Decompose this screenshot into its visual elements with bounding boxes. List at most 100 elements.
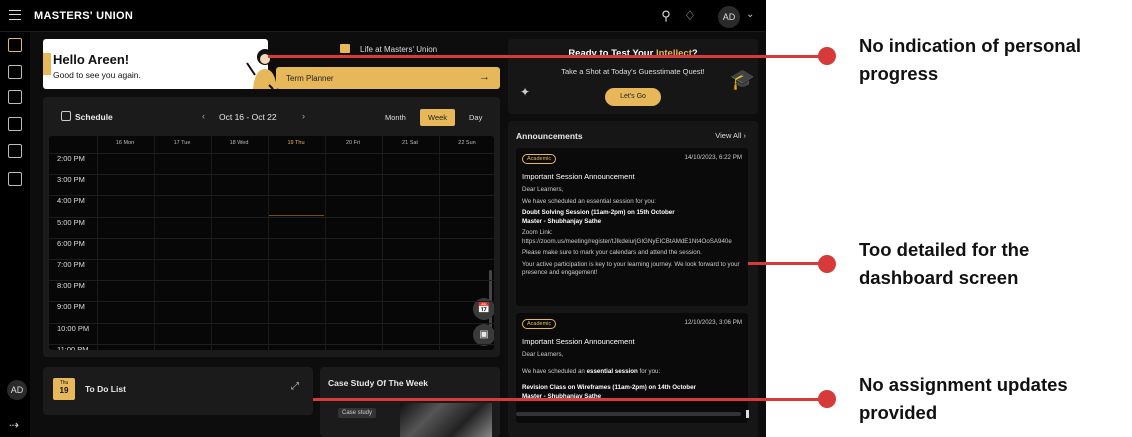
- hour-line: [49, 195, 494, 197]
- callout-dot: [818, 255, 836, 273]
- master-line: Master - Shubhanjay Sathe: [522, 217, 602, 225]
- week-grid[interactable]: 📅 ▣ 16 Mon 17 Tue 18 Wed 19 Thu 20 Fri 21 Sat…: [49, 136, 494, 350]
- time-label: 6:00 PM: [57, 238, 85, 248]
- body-post: for you:: [637, 367, 661, 375]
- body-bold: essential session: [586, 367, 638, 375]
- google-calendar-icon[interactable]: ▣: [473, 324, 494, 346]
- id-card-icon[interactable]: [8, 172, 22, 186]
- zoom-link[interactable]: https://zoom.us/meeting/register/tJIkdei…: [522, 238, 742, 247]
- date-range: Oct 16 - Oct 22: [219, 112, 277, 122]
- todo-cal-day: 19: [59, 386, 69, 395]
- case-image: [400, 403, 492, 437]
- announcement-item[interactable]: Academic 14/10/2023, 6:22 PM Important S…: [516, 148, 748, 306]
- todo-title: To Do List: [85, 384, 126, 394]
- life-title: Life at Masters' Union: [360, 45, 438, 54]
- case-study-card[interactable]: Case Study Of The Week Case study: [320, 367, 500, 437]
- search-icon[interactable]: ⚲: [658, 8, 674, 24]
- sidebar-avatar[interactable]: AD: [7, 380, 27, 400]
- day-column-line: [154, 136, 155, 350]
- accent-bar: [43, 53, 51, 75]
- announcements-title: Announcements: [516, 131, 583, 141]
- bell-icon[interactable]: ♢: [682, 8, 698, 24]
- dashboard-app: MASTERS' UNION ⚲ ♢ AD ⌄ AD ⇢ Hello Areen…: [0, 0, 766, 437]
- chevron-down-icon[interactable]: ⌄: [746, 9, 754, 20]
- time-label: 4:00 PM: [57, 196, 85, 206]
- graduation-cap-icon[interactable]: [8, 90, 22, 104]
- time-label: 8:00 PM: [57, 281, 85, 291]
- lets-go-button[interactable]: Let's Go: [605, 88, 661, 106]
- graduate-icon: 🎓: [730, 69, 755, 91]
- sparkle-icon: ✦: [520, 85, 531, 99]
- day-column-line: [382, 136, 383, 350]
- greeting-title: Hello Areen!: [53, 52, 130, 67]
- day-header: 19 Thu: [287, 140, 305, 146]
- greeting-subtitle: Good to see you again.: [53, 70, 141, 80]
- todo-calendar-icon: Thu 19: [53, 378, 75, 400]
- avatar[interactable]: AD: [718, 6, 740, 28]
- hour-line: [49, 322, 494, 324]
- schedule-title: Schedule: [75, 112, 113, 122]
- body-line: We have scheduled an essential session f…: [522, 368, 742, 377]
- badge-icon[interactable]: [8, 117, 22, 131]
- home-icon[interactable]: [8, 38, 22, 52]
- hour-line: [49, 216, 494, 218]
- case-title: Case Study Of The Week: [328, 378, 428, 388]
- callout-dot: [818, 47, 836, 65]
- todo-card[interactable]: Thu 19 To Do List ⤢: [43, 367, 313, 415]
- calendar-icon: [61, 111, 71, 121]
- horizontal-scrollbar[interactable]: [516, 412, 741, 416]
- category-tag: Academic: [522, 154, 557, 164]
- day-column-line: [211, 136, 212, 350]
- vertical-scrollbar[interactable]: [746, 410, 749, 418]
- body-line: Your active participation is key to your…: [522, 260, 740, 277]
- day-column-line: [439, 136, 440, 350]
- announcement-date: 14/10/2023, 6:22 PM: [684, 154, 742, 161]
- day-column-line: [325, 136, 326, 350]
- expand-icon[interactable]: ⤢: [291, 381, 299, 392]
- category-tag: Academic: [522, 319, 557, 329]
- view-month-button[interactable]: Month: [377, 109, 414, 126]
- time-label: 2:00 PM: [57, 154, 85, 163]
- session-line: Doubt Solving Session (11am-2pm) on 15th…: [522, 209, 675, 216]
- announcement-date: 12/10/2023, 3:06 PM: [684, 319, 742, 326]
- day-column-line: [268, 136, 269, 350]
- hour-line: [49, 174, 494, 176]
- chat-icon[interactable]: [8, 144, 22, 158]
- gift-icon: [340, 44, 350, 53]
- time-label: 7:00 PM: [57, 260, 85, 269]
- quest-card: Ready to Test Your Intellect? Take a Sho…: [508, 39, 758, 114]
- announcement-heading: Important Session Announcement: [522, 337, 635, 346]
- day-header: 20 Fri: [345, 140, 361, 146]
- hamburger-menu-icon[interactable]: [9, 10, 21, 20]
- arrow-right-icon: →: [479, 71, 490, 83]
- announcement-item[interactable]: Academic 12/10/2023, 3:06 PM Important S…: [516, 313, 748, 423]
- top-bar: MASTERS' UNION ⚲ ♢ AD ⌄: [0, 0, 766, 32]
- hour-line: [49, 237, 494, 239]
- next-week-icon[interactable]: ›: [302, 111, 305, 121]
- annotation-note: No indication of personal progress: [859, 35, 1082, 84]
- view-day-button[interactable]: Day: [461, 109, 490, 126]
- book-icon[interactable]: [8, 65, 22, 79]
- time-label: 10:00 PM: [57, 323, 90, 333]
- annotation-note: Too detailed for the dashboard screen: [859, 239, 1030, 288]
- hour-line: [49, 280, 494, 282]
- view-all-label: View All: [715, 131, 742, 140]
- time-label: 11:00 PM: [57, 344, 89, 350]
- time-label: 5:00 PM: [57, 217, 85, 227]
- announcement-heading: Important Session Announcement: [522, 172, 635, 181]
- greeting-card: Hello Areen! Good to see you again.: [43, 39, 277, 89]
- logout-icon[interactable]: ⇢: [9, 418, 19, 432]
- term-planner-label: Term Planner: [286, 74, 334, 83]
- day-header: 21 Sat: [402, 140, 418, 146]
- view-week-button[interactable]: Week: [420, 109, 456, 126]
- view-all-link[interactable]: View All ›: [715, 131, 746, 140]
- callout-line: [748, 262, 828, 265]
- prev-week-icon[interactable]: ‹: [202, 111, 205, 121]
- day-header: 18 Wed: [229, 140, 249, 146]
- brand-logo: MASTERS' UNION: [34, 10, 134, 22]
- term-planner-button[interactable]: Term Planner →: [276, 67, 500, 89]
- schedule-card: Schedule ‹ Oct 16 - Oct 22 › Month Week …: [43, 97, 500, 357]
- hour-line: [49, 259, 494, 260]
- callout-line: [268, 55, 828, 58]
- hour-line: [49, 301, 494, 303]
